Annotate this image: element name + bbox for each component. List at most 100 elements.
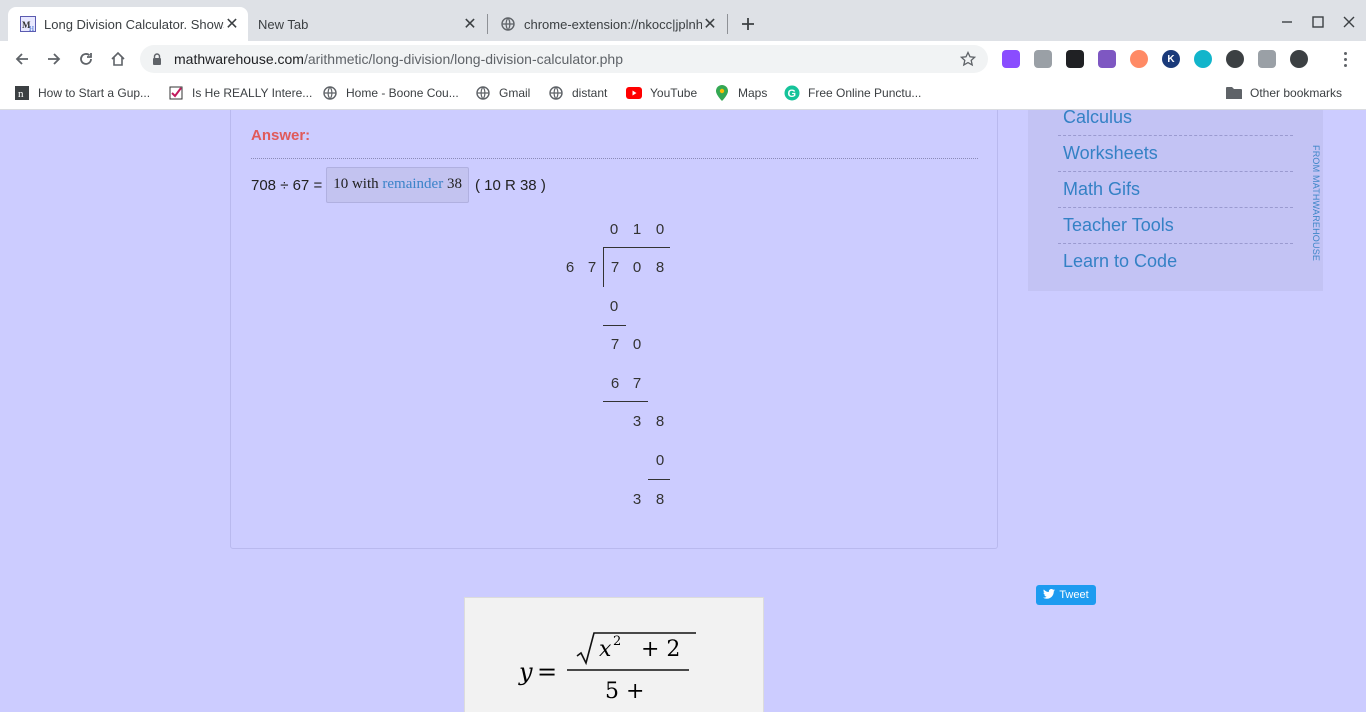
sidebar-item-learn-to-code[interactable]: Learn to Code (1058, 244, 1293, 280)
step-result-digit: 8 (655, 413, 665, 430)
dividend-digit: 7 (610, 259, 620, 276)
bookmark-item[interactable]: YouTube (626, 83, 697, 103)
tab-strip: MH Long Division Calculator. Shows ✕ New… (0, 0, 1366, 41)
bookmark-item[interactable]: G Free Online Punctu... (784, 83, 921, 103)
back-icon[interactable] (9, 46, 35, 72)
extension-teal-icon[interactable] (1194, 50, 1212, 68)
tab-extension[interactable]: chrome-extension://nkocc|jplnhp ✕ (490, 7, 726, 41)
maximize-icon[interactable] (1303, 8, 1333, 36)
url-path: /arithmetic/long-division/long-division-… (303, 51, 623, 67)
address-bar[interactable]: mathwarehouse.com/arithmetic/long-divisi… (140, 45, 988, 73)
extension-shield-icon[interactable] (1226, 50, 1244, 68)
extension-purple-icon[interactable] (1002, 50, 1020, 68)
bookmark-item[interactable]: Is He REALLY Intere... (168, 83, 312, 103)
extension-shield-icon[interactable] (1290, 50, 1308, 68)
close-icon[interactable]: ✕ (702, 16, 718, 33)
dividend-digit: 8 (655, 259, 665, 276)
step-result-digit: 7 (610, 336, 620, 353)
close-icon[interactable]: ✕ (462, 16, 478, 33)
bookmark-item[interactable]: distant (548, 83, 607, 103)
maps-pin-icon (714, 85, 730, 101)
bookmark-star-icon[interactable] (958, 49, 978, 69)
step-result-digit: 0 (632, 336, 642, 353)
sidebar-item-label: Learn to Code (1063, 251, 1178, 271)
sidebar-item-label: Math Gifs (1063, 179, 1141, 199)
final-remainder-digit: 3 (632, 491, 642, 508)
window-close-icon[interactable] (1334, 8, 1364, 36)
vertical-label-text: FROM MATHWAREHOUSE (1311, 145, 1321, 262)
globe-icon (548, 85, 564, 101)
other-bookmarks[interactable]: Other bookmarks (1226, 83, 1342, 103)
tab-long-division[interactable]: MH Long Division Calculator. Shows ✕ (8, 7, 248, 41)
formula-numerator-rest: + 2 (641, 637, 680, 662)
more-menu-icon[interactable] (1335, 48, 1355, 70)
minimize-icon[interactable] (1272, 8, 1302, 36)
extension-grey-icon[interactable] (1034, 50, 1052, 68)
bookmark-label: Other bookmarks (1250, 86, 1343, 100)
sidebar-item-calculus[interactable]: Calculus (1058, 110, 1293, 136)
extension-k-icon[interactable]: K (1162, 50, 1180, 68)
bookmark-label: Gmail (499, 86, 531, 100)
sidebar-item-worksheets[interactable]: Worksheets (1058, 136, 1293, 172)
tab-new-tab[interactable]: New Tab ✕ (250, 7, 486, 41)
bookmark-item[interactable]: n How to Start a Gup... (14, 83, 150, 103)
subtract-digit: 0 (609, 298, 619, 315)
twitter-bird-icon (1043, 588, 1056, 602)
subtract-line (648, 479, 670, 480)
remainder-link[interactable]: remainder (382, 176, 443, 192)
sidebar-item-teacher-tools[interactable]: Teacher Tools (1058, 208, 1293, 244)
formula-denominator: 5 + (605, 679, 644, 704)
bookmark-item[interactable]: Maps (714, 83, 767, 103)
url-domain: mathwarehouse.com (174, 51, 304, 67)
formula-svg: y = x 2 + 2 5 + (518, 632, 696, 704)
tab-title: Long Division Calculator. Shows (44, 16, 224, 32)
answer-result: 10 with remainder 38 (326, 166, 469, 203)
divisor-digit: 7 (587, 259, 597, 276)
bookmark-item[interactable]: Gmail (475, 83, 530, 103)
answer-with-text: with (351, 175, 379, 192)
bookmark-label: Free Online Punctu... (808, 86, 922, 100)
svg-text:G: G (788, 88, 797, 100)
close-icon[interactable]: ✕ (224, 16, 240, 33)
answer-short-form: ( 10 R 38 ) (474, 176, 546, 194)
extension-arrow-icon[interactable] (1130, 50, 1148, 68)
formula-image: y = x 2 + 2 5 + (464, 597, 764, 712)
reload-icon[interactable] (73, 46, 99, 72)
quotient-digit: 0 (609, 221, 619, 238)
sidebar-item-math-gifs[interactable]: Math Gifs (1058, 172, 1293, 208)
bookmark-item[interactable]: Home - Boone Cou... (322, 83, 459, 103)
subtract-digit: 0 (655, 452, 665, 469)
browser-toolbar: mathwarehouse.com/arithmetic/long-divisi… (0, 41, 1366, 77)
divider (251, 158, 978, 159)
bookmark-label: Is He REALLY Intere... (192, 86, 313, 100)
globe-icon (500, 16, 516, 32)
answer-remainder: 38 (446, 175, 462, 192)
tab-separator (727, 14, 728, 34)
subtract-digit: 6 (610, 375, 620, 392)
extension-copy-icon[interactable] (1258, 50, 1276, 68)
sidebar-item-label: Teacher Tools (1063, 215, 1174, 235)
answer-equation-row: 708 ÷ 67 = 10 with remainder 38 ( 10 R 3… (251, 166, 546, 203)
forward-icon[interactable] (41, 46, 67, 72)
grammarly-icon: G (784, 85, 800, 101)
answer-quotient: 10 (333, 175, 349, 192)
sidebar-item-label: Worksheets (1063, 143, 1158, 163)
svg-text:H: H (29, 25, 34, 32)
quotient-digit: 0 (655, 221, 665, 238)
new-tab-button[interactable] (736, 12, 760, 36)
dividend-digit: 0 (632, 259, 642, 276)
extension-ninja-icon[interactable] (1066, 50, 1084, 68)
sidebar-item-label: Calculus (1063, 110, 1133, 127)
sidebar-nav: Calculus Worksheets Math Gifs Teacher To… (1028, 110, 1323, 291)
answer-panel: Answer: 708 ÷ 67 = 10 with remainder 38 … (230, 110, 998, 549)
home-icon[interactable] (105, 46, 131, 72)
page-content: Answer: 708 ÷ 67 = 10 with remainder 38 … (0, 110, 1366, 712)
subtract-digit: 7 (632, 375, 642, 392)
quotient-digit: 1 (632, 221, 642, 238)
divisor-digit: 6 (565, 259, 575, 276)
checkbox-icon (168, 85, 184, 101)
formula-numerator-exponent: 2 (613, 634, 621, 649)
tweet-button[interactable]: Tweet (1036, 585, 1096, 605)
tab-title: chrome-extension://nkocc|jplnhp (524, 16, 702, 32)
extension-puzzle-icon[interactable] (1098, 50, 1116, 68)
